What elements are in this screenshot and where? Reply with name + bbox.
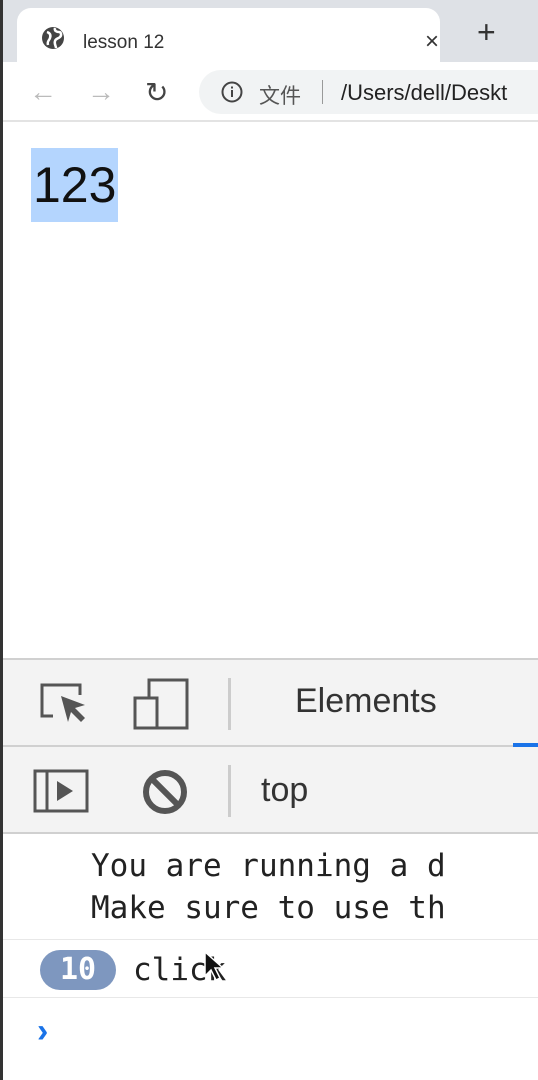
tab-strip: lesson 12 × + xyxy=(3,0,538,64)
globe-icon xyxy=(42,27,64,49)
address-url[interactable]: /Users/dell/Deskt xyxy=(341,80,507,106)
device-toggle-icon[interactable] xyxy=(133,678,189,730)
mouse-cursor-icon xyxy=(204,950,225,982)
console-prompt[interactable]: › xyxy=(37,1012,48,1051)
divider xyxy=(228,678,231,730)
message-line: Make sure to use th xyxy=(91,890,446,926)
context-selector[interactable]: top xyxy=(261,771,308,810)
reload-button[interactable]: ↻ xyxy=(145,76,168,109)
divider xyxy=(322,80,323,104)
repeat-count-badge: 10 xyxy=(40,950,116,990)
message-line: You are running a d xyxy=(91,848,446,884)
forward-button[interactable]: → xyxy=(87,76,115,108)
close-tab-icon[interactable]: × xyxy=(425,28,439,56)
divider xyxy=(228,765,231,817)
sidebar-toggle-icon[interactable] xyxy=(33,769,89,813)
browser-tab[interactable]: lesson 12 × xyxy=(17,8,440,64)
tab-elements[interactable]: Elements xyxy=(295,682,437,721)
file-scheme-label: 文件 xyxy=(259,85,301,108)
devtools-toolbar: Elements xyxy=(3,658,538,747)
new-tab-button[interactable]: + xyxy=(477,14,496,51)
clear-console-icon[interactable] xyxy=(141,769,189,815)
info-icon xyxy=(221,81,243,103)
console-toolbar: top xyxy=(3,747,538,834)
console-message: You are running a d Make sure to use th xyxy=(3,840,538,940)
browser-toolbar: ← → ↻ 文件 /Users/dell/Deskt xyxy=(3,62,538,122)
address-bar[interactable]: 文件 /Users/dell/Deskt xyxy=(199,70,538,114)
inspect-element-icon[interactable] xyxy=(39,682,91,728)
console-log-row: 10 click xyxy=(3,940,538,998)
tab-title: lesson 12 xyxy=(83,32,165,53)
selected-text[interactable]: 123 xyxy=(31,148,119,222)
back-button[interactable]: ← xyxy=(29,76,57,108)
